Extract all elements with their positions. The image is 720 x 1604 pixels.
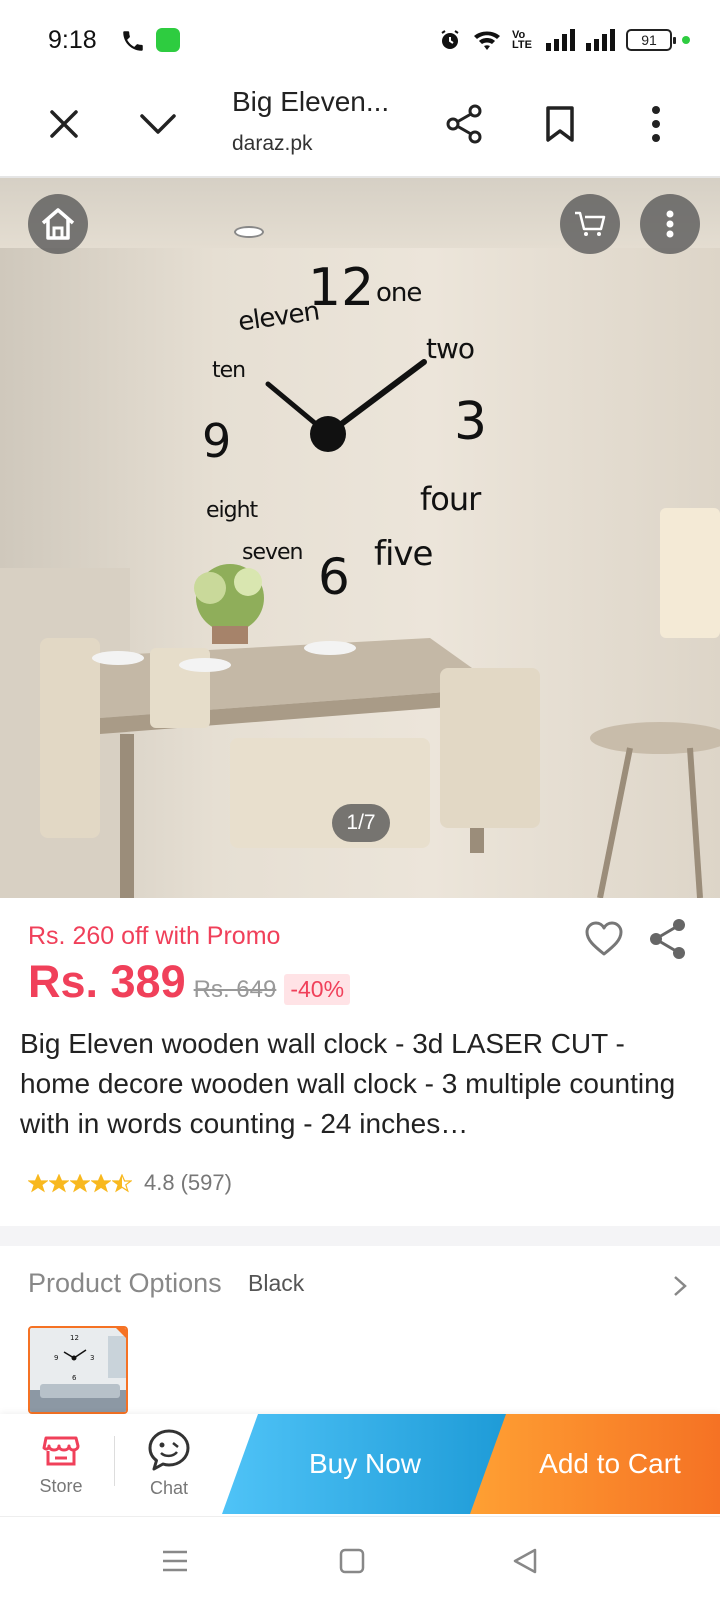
buy-now-button[interactable]: Buy Now xyxy=(222,1414,508,1514)
more-options-button[interactable] xyxy=(632,100,680,148)
wishlist-button[interactable] xyxy=(584,920,624,960)
product-options-value[interactable]: Black xyxy=(248,1270,304,1297)
system-navigation-bar xyxy=(0,1516,720,1604)
price-row: Rs. 389 Rs. 649 -40% xyxy=(28,956,351,1008)
status-time: 9:18 xyxy=(48,26,97,54)
bookmark-icon xyxy=(546,106,574,142)
share-product-button[interactable] xyxy=(648,918,688,960)
star-icon xyxy=(112,1173,132,1192)
heart-icon xyxy=(585,921,623,956)
star-icon xyxy=(91,1173,111,1192)
bookmark-button[interactable] xyxy=(536,100,584,148)
share-button[interactable] xyxy=(440,100,488,148)
star-icon xyxy=(28,1173,48,1192)
star-rating xyxy=(28,1173,132,1193)
star-icon xyxy=(70,1173,90,1192)
section-divider xyxy=(0,1226,720,1246)
rating-row[interactable]: 4.8 (597) xyxy=(28,1170,232,1196)
chevron-down-icon xyxy=(140,114,176,134)
product-title: Big Eleven wooden wall clock - 3d LASER … xyxy=(20,1028,676,1139)
more-vertical-icon xyxy=(652,106,660,142)
more-vertical-icon xyxy=(666,210,674,238)
gallery-more-button[interactable] xyxy=(640,194,700,254)
rating-count: (597) xyxy=(180,1170,232,1195)
chat-button[interactable]: Chat xyxy=(124,1414,214,1516)
minimize-button[interactable] xyxy=(134,100,182,148)
promo-text: Rs. 260 off with Promo xyxy=(28,922,281,950)
chat-icon xyxy=(148,1429,190,1471)
chevron-right-icon[interactable] xyxy=(670,1274,690,1298)
store-label: Store xyxy=(39,1476,83,1496)
page-domain: daraz.pk xyxy=(232,132,313,155)
current-price: Rs. 389 xyxy=(28,956,186,1007)
home-button[interactable] xyxy=(28,194,88,254)
alarm-icon xyxy=(441,30,459,49)
bottom-action-bar: Store Chat Buy Now Add to Cart xyxy=(0,1414,720,1516)
discount-badge: -40% xyxy=(284,974,351,1005)
volte-indicator: Vo LTE xyxy=(512,29,532,51)
rating-value: 4.8 xyxy=(144,1170,175,1195)
svg-text:3: 3 xyxy=(90,1354,94,1362)
browser-toolbar: Big Eleven... daraz.pk xyxy=(0,80,720,178)
menu-icon xyxy=(163,1550,187,1572)
home-icon xyxy=(41,208,75,240)
svg-text:9: 9 xyxy=(54,1354,58,1362)
close-icon xyxy=(50,110,78,138)
share-icon xyxy=(446,104,482,144)
cart-icon xyxy=(575,211,606,236)
divider xyxy=(114,1436,115,1486)
add-to-cart-button[interactable]: Add to Cart xyxy=(470,1414,720,1514)
cart-button[interactable] xyxy=(560,194,620,254)
store-button[interactable]: Store xyxy=(16,1414,106,1516)
app-notification-icon xyxy=(156,28,180,52)
back-triangle-icon xyxy=(513,1548,537,1574)
product-options-label: Product Options xyxy=(28,1268,222,1298)
square-icon xyxy=(339,1548,365,1574)
room-scene-illustration xyxy=(0,359,720,898)
original-price: Rs. 649 xyxy=(193,976,277,1003)
phone-icon xyxy=(123,31,143,51)
share-icon xyxy=(650,919,685,959)
battery-icon: 91 xyxy=(626,29,676,51)
svg-text:12: 12 xyxy=(70,1334,79,1342)
recent-apps-button[interactable] xyxy=(155,1543,195,1579)
chat-label: Chat xyxy=(149,1478,189,1498)
privacy-dot xyxy=(682,36,690,44)
store-icon xyxy=(42,1436,80,1466)
signal-icon-2 xyxy=(586,29,615,51)
svg-text:6: 6 xyxy=(72,1374,77,1382)
status-bar: 9:18 Vo LTE 91 xyxy=(0,0,720,80)
close-button[interactable] xyxy=(40,100,88,148)
product-image-gallery[interactable]: 12 one eleven two ten 9 3 eight four sev… xyxy=(0,178,720,898)
option-thumbnail-black[interactable]: 12 9 3 6 xyxy=(28,1326,128,1414)
page-title: Big Eleven... xyxy=(232,86,390,117)
wifi-icon xyxy=(474,31,500,50)
signal-icon xyxy=(546,29,575,51)
image-counter: 1/7 xyxy=(332,804,390,842)
star-icon xyxy=(49,1173,69,1192)
status-icons: Vo LTE 91 xyxy=(438,26,690,54)
back-nav-button[interactable] xyxy=(505,1543,545,1579)
clock-thumbnail-image: 12 9 3 6 xyxy=(30,1328,126,1412)
home-nav-button[interactable] xyxy=(332,1543,372,1579)
